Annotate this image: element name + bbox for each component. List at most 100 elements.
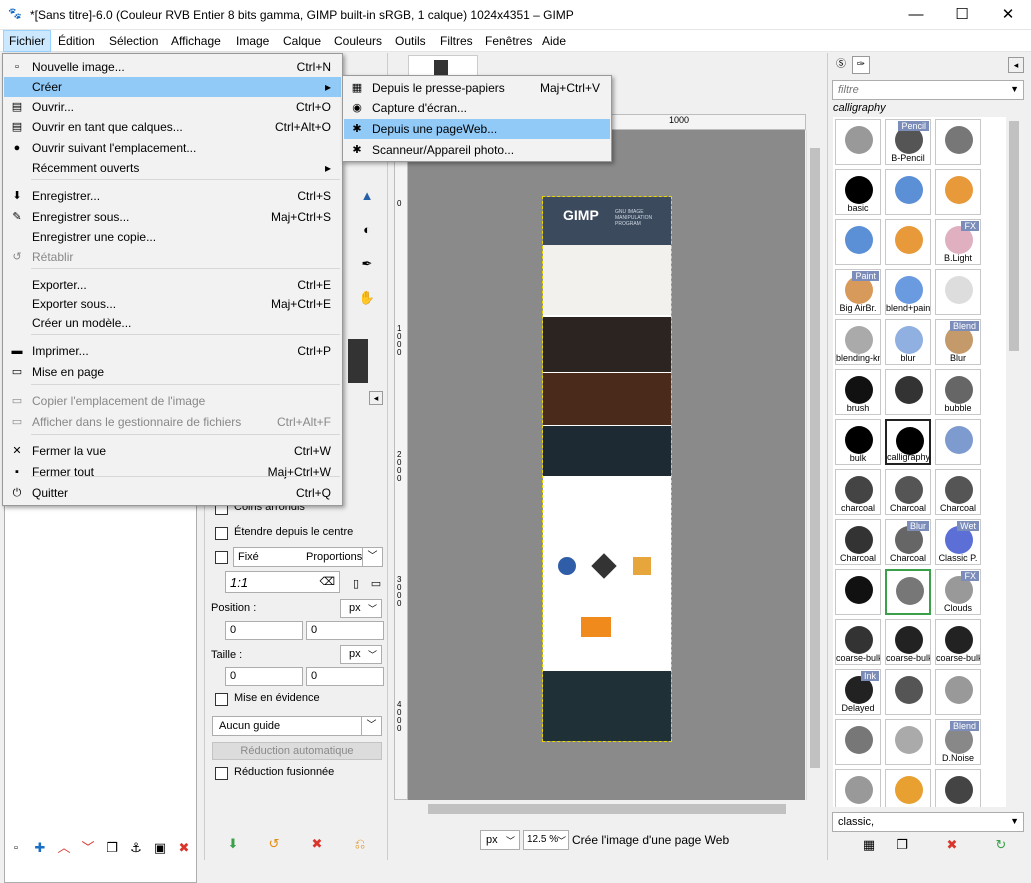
highlight-checkbox[interactable] [215,693,228,706]
file-menu-item-exporter[interactable]: Exporter... Ctrl+E [4,275,341,295]
clear-icon[interactable]: ⌫ [319,575,335,588]
dock-menu-icon[interactable]: ◂ [1008,57,1024,73]
brush-item[interactable]: Ink Delayed [835,669,881,715]
brush-item[interactable] [885,369,931,415]
color-picker-icon[interactable]: ✒ [356,253,378,275]
brush-item[interactable] [885,219,931,265]
perspective-tool-icon[interactable]: ▲ [356,185,378,207]
scrollbar-thumb[interactable] [810,148,820,768]
ratio-input[interactable]: 1:1 ⌫ [225,571,340,593]
fixed-aspect-combo[interactable]: Fixé Proportions ﹀ [233,547,383,567]
file-menu-item-enregistrer-une-copie[interactable]: Enregistrer une copie... [4,227,341,247]
canvas-area[interactable]: GIMP GNU IMAGE MANIPULATION PROGRAM [408,130,805,800]
file-menu-item-nouvelle-image[interactable]: ▫ Nouvelle image... Ctrl+N [4,57,341,77]
save-options-icon[interactable]: ⬇ [222,833,244,855]
brush-item[interactable] [835,569,881,615]
position-x-input[interactable]: 0 [225,621,303,640]
brush-item[interactable]: coarse-bulk-1 [835,619,881,665]
file-menu-item-mise-en-page[interactable]: ▭ Mise en page [4,362,341,382]
brush-item[interactable]: coarse-bulk-2 [885,619,931,665]
brush-item[interactable]: bulk [835,419,881,465]
size-unit-select[interactable]: px ﹀ [340,645,382,664]
duplicate-brush-icon[interactable]: ❐ [891,834,913,856]
menu-couleurs[interactable]: Couleurs [329,30,387,52]
anchor-icon[interactable]: ⚓ [125,837,147,859]
maximize-button[interactable]: ☐ [939,0,985,30]
file-menu-item-imprimer[interactable]: ▬ Imprimer... Ctrl+P [4,341,341,361]
menu-filtres[interactable]: Filtres [435,30,478,52]
fixed-checkbox[interactable] [215,551,228,564]
delete-brush-icon[interactable]: ✖ [941,834,963,856]
position-y-input[interactable]: 0 [306,621,384,640]
brush-filter-input[interactable]: filtre ▼ [832,80,1024,100]
brush-item[interactable]: blend+paint [885,269,931,315]
position-unit-select[interactable]: px ﹀ [340,599,382,618]
brush-item[interactable] [935,669,981,715]
brush-item[interactable]: brush [835,369,881,415]
brush-item[interactable]: Charcoal [935,469,981,515]
horizontal-scrollbar[interactable] [408,801,806,817]
menu-calque[interactable]: Calque [278,30,326,52]
new-icon[interactable]: ▫ [5,837,27,859]
menu-image[interactable]: Image [231,30,274,52]
menu-edition[interactable]: Édition [53,30,100,52]
brush-item[interactable]: calligraphy [885,419,931,465]
landscape-icon[interactable]: ▭ [365,573,387,595]
expand-center-checkbox[interactable] [215,527,228,540]
paint-tab-icon[interactable]: ✑ [852,56,870,74]
brush-item[interactable]: bubble [935,369,981,415]
brush-item[interactable]: blur [885,319,931,365]
scrollbar-thumb[interactable] [1009,121,1019,351]
brush-item[interactable] [885,769,931,807]
brush-item[interactable]: FX Clouds [935,569,981,615]
brush-item[interactable] [935,419,981,465]
size-height-input[interactable]: 0 [306,667,384,686]
file-menu-item-enregistrer[interactable]: ⬇ Enregistrer... Ctrl+S [4,186,341,206]
menu-selection[interactable]: Sélection [104,30,163,52]
brush-item[interactable] [935,169,981,215]
brush-item[interactable]: coarse-bulk-3 [935,619,981,665]
create-menu-item-scanneur-appareil-photo[interactable]: ✱ Scanneur/Appareil photo... [344,140,610,160]
guide-select[interactable]: Aucun guide ﹀ [212,716,382,736]
brush-scrollbar[interactable] [1006,117,1022,807]
lower-icon[interactable]: ﹀ [77,837,99,859]
menu-fenetres[interactable]: Fenêtres [480,30,537,52]
menu-affichage[interactable]: Affichage [166,30,226,52]
vertical-scrollbar[interactable] [806,130,822,800]
bucket-fill-icon[interactable]: ◐ [356,219,378,241]
file-menu-item-enregistrer-sous[interactable]: ✎ Enregistrer sous... Maj+Ctrl+S [4,207,341,227]
brush-item[interactable] [835,769,881,807]
brush-item[interactable]: Blend Blur [935,319,981,365]
delete-options-icon[interactable]: ✖ [306,833,328,855]
restore-options-icon[interactable]: ↺ [263,833,285,855]
close-button[interactable]: ✕ [985,0,1031,30]
brush-item[interactable]: basic [835,169,881,215]
file-menu-item-copier-l-emplacement-de-l-image[interactable]: ▭ Copier l'emplacement de l'image [4,391,341,411]
file-menu-item-creer-un-modele[interactable]: Créer un modèle... [4,313,341,333]
brush-item[interactable] [885,169,931,215]
brush-item[interactable]: Wet Classic P. [935,519,981,565]
edit-brush-icon[interactable]: ▦ [858,834,880,856]
brush-item[interactable] [835,719,881,765]
merge-icon[interactable]: ▣ [149,837,171,859]
brush-item[interactable]: Charcoal [885,469,931,515]
create-menu-item-depuis-une-pageweb[interactable]: ✱ Depuis une pageWeb... [344,119,610,139]
menu-fichier[interactable]: Fichier [3,30,52,52]
file-menu-item-retablir[interactable]: ↺ Rétablir [4,247,341,267]
reset-options-icon[interactable]: ⎌ [349,833,371,855]
brush-item[interactable]: Blur Charcoal [885,519,931,565]
merged-shrink-checkbox[interactable] [215,767,228,780]
brush-tag-select[interactable]: classic, ▼ [832,812,1024,832]
minimize-button[interactable]: — [893,0,939,30]
delete-icon[interactable]: ✖ [173,837,195,859]
size-width-input[interactable]: 0 [225,667,303,686]
file-menu-item-fermer-tout[interactable]: ▪ Fermer tout Maj+Ctrl+W [4,462,341,482]
chevron-down-icon[interactable]: ﹀ [362,548,382,566]
brush-item[interactable] [885,569,931,615]
duplicate-icon[interactable]: ❐ [101,837,123,859]
panel-menu-icon[interactable]: ◂ [369,391,383,405]
file-menu-item-creer[interactable]: Créer ▸ [4,77,341,97]
brush-item[interactable]: Charcoal [835,519,881,565]
brush-item[interactable]: blending-knife [835,319,881,365]
raise-icon[interactable]: ︿ [53,837,75,859]
